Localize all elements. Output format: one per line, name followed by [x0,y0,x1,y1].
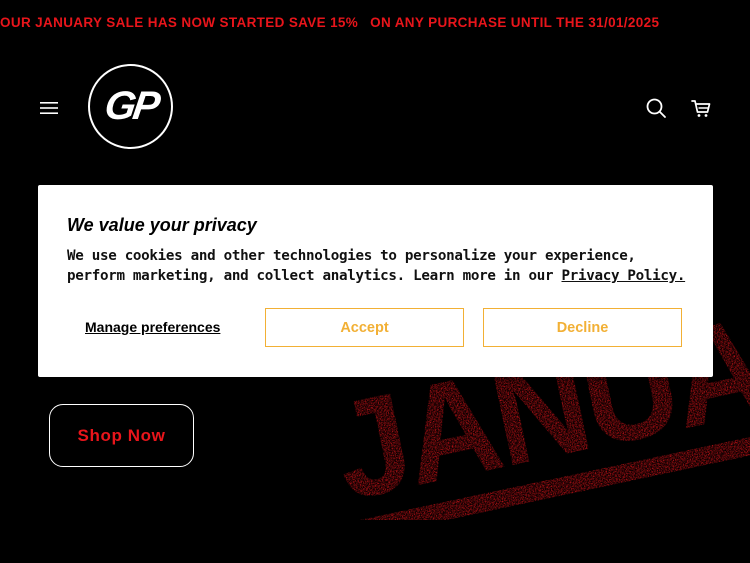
decline-button[interactable]: Decline [483,308,682,347]
announcement-bar: OUR JANUARY SALE HAS NOW STARTED SAVE 15… [0,0,750,44]
cookie-dialog-body: We use cookies and other technologies to… [67,247,687,286]
cookie-dialog-title: We value your privacy [67,215,257,235]
page: OUR JANUARY SALE HAS NOW STARTED SAVE 15… [0,0,750,563]
privacy-policy-link[interactable]: Privacy Policy. [562,268,686,284]
search-icon [646,98,666,118]
announcement-text-2: ON ANY PURCHASE UNTIL THE 31/01/2025 [370,14,660,30]
cookie-body-line-2: perform marketing, and collect analytics… [67,267,562,284]
manage-preferences-button[interactable]: Manage preferences [85,319,220,335]
hamburger-menu-icon [40,102,58,114]
cart-icon [691,100,711,117]
cookie-body-line-1: We use cookies and other technologies to… [67,248,636,264]
logo[interactable]: GP [88,64,173,149]
menu-button[interactable] [39,99,59,117]
cookie-consent-dialog: We value your privacy We use cookies and… [38,185,713,377]
announcement-text-1: OUR JANUARY SALE HAS NOW STARTED SAVE 15… [0,14,359,30]
search-button[interactable] [645,97,667,119]
accept-button[interactable]: Accept [265,308,464,347]
shop-now-button[interactable]: Shop Now [49,404,194,467]
logo-text: GP [101,84,160,128]
cart-button[interactable] [690,97,712,119]
